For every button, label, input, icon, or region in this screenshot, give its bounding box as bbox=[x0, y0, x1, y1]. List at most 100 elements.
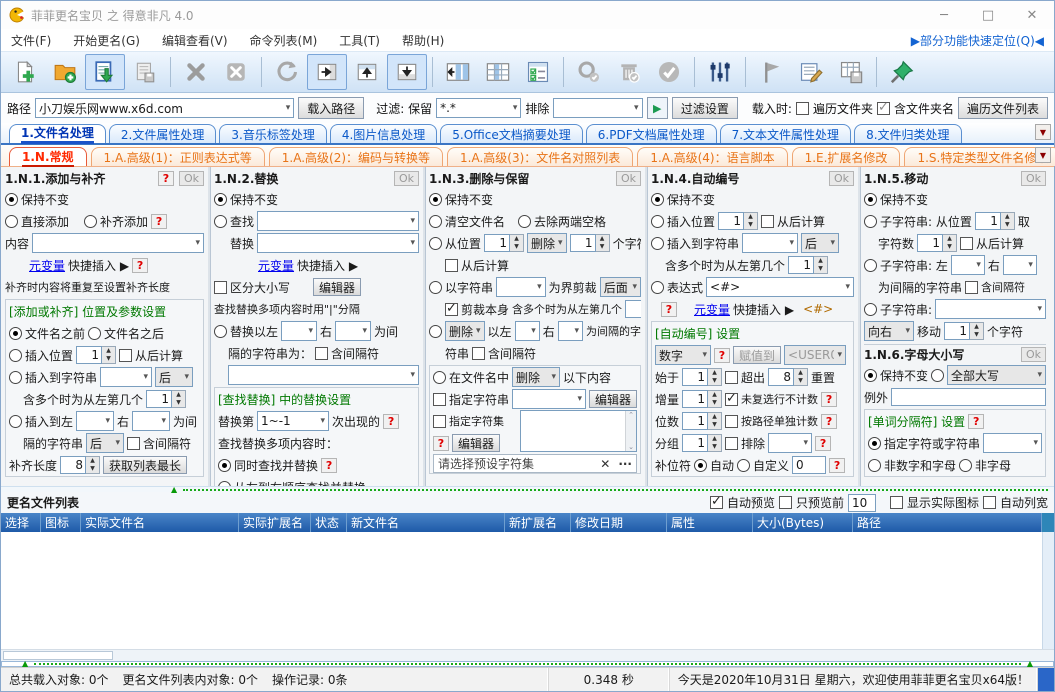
p3-editor2-button[interactable]: 编辑器 bbox=[452, 434, 501, 452]
p3-preset-more-icon[interactable]: ··· bbox=[618, 457, 632, 471]
p4-nocount-checkbox[interactable] bbox=[725, 391, 739, 406]
panel3-ok-button[interactable]: Ok bbox=[615, 170, 641, 186]
panel-top-icon[interactable] bbox=[347, 54, 387, 90]
p4-pos-spinner[interactable]: 1 ▲ ▼ bbox=[718, 212, 759, 230]
add-folder-icon[interactable] bbox=[45, 54, 85, 90]
tab-filename[interactable]: 1.文件名处理 bbox=[9, 124, 106, 144]
p6-case-combobox[interactable]: 全部大写 ▾ bbox=[947, 365, 1046, 385]
traverse-folders-checkbox[interactable] bbox=[795, 101, 809, 115]
p1-insert-after-combobox[interactable]: 后 ▾ bbox=[155, 367, 194, 387]
p4-start-spinner[interactable]: 1 ▲ ▼ bbox=[682, 368, 723, 386]
panel2-ok-button[interactable]: Ok bbox=[393, 170, 419, 186]
menu-commands[interactable]: 命令列表(M) bbox=[250, 32, 318, 49]
p5-substr-pos-radio[interactable] bbox=[864, 214, 877, 228]
p4-mode-help-button[interactable]: ? bbox=[714, 347, 730, 363]
check-list-icon[interactable] bbox=[518, 54, 558, 90]
p2-left-combobox[interactable]: ▾ bbox=[281, 321, 318, 341]
horizontal-splitter[interactable]: ▲ bbox=[1, 485, 1054, 493]
p6-help-button[interactable]: ? bbox=[968, 413, 985, 429]
subtab-encoding[interactable]: 1.A.高级(2)：编码与转换等 bbox=[268, 147, 444, 166]
column-icon[interactable]: 图标 bbox=[41, 513, 81, 532]
p5-substr-between-radio[interactable] bbox=[864, 258, 877, 272]
horizontal-scrollbar[interactable] bbox=[1, 649, 1054, 661]
p3-delete-between-radio[interactable] bbox=[429, 324, 442, 338]
keep-filter-combobox[interactable]: *.* ▾ bbox=[436, 98, 522, 118]
panel5-ok-button[interactable]: Ok bbox=[1020, 170, 1046, 186]
p5-right-combobox[interactable]: ▾ bbox=[1002, 255, 1037, 275]
minimize-button[interactable]: ─ bbox=[922, 1, 966, 29]
p2-right-combobox[interactable]: ▾ bbox=[335, 321, 372, 341]
p3-spec-string-combobox[interactable]: ▾ bbox=[512, 389, 586, 409]
column-status[interactable]: 状态 bbox=[311, 513, 347, 532]
p2-find-radio[interactable] bbox=[214, 214, 227, 228]
refresh-icon[interactable] bbox=[267, 54, 307, 90]
p6-case-radio[interactable] bbox=[931, 368, 945, 382]
p4-group-spinner[interactable]: 1 ▲ ▼ bbox=[682, 434, 723, 452]
p4-assign-button[interactable]: 赋值到 bbox=[733, 346, 782, 364]
p3-pos-spinner[interactable]: 1 ▲ ▼ bbox=[484, 234, 525, 252]
pin-icon[interactable] bbox=[882, 54, 922, 90]
p4-nocount-help-button[interactable]: ? bbox=[821, 391, 838, 407]
subtab-normal[interactable]: 1.N.常规 bbox=[9, 147, 87, 167]
p4-expression-radio[interactable] bbox=[651, 280, 664, 294]
tab-file-classify[interactable]: 8.文件归类处理 bbox=[854, 124, 962, 143]
p1-multi-spinner[interactable]: 1 ▲ ▼ bbox=[146, 390, 187, 408]
filter-settings-button[interactable]: 过滤设置 bbox=[671, 97, 738, 119]
apply-filter-icon[interactable]: ▶ bbox=[646, 97, 668, 119]
p2-nth-help-button[interactable]: ? bbox=[383, 413, 400, 429]
quick-locate-link[interactable]: ▶部分功能快速定位(Q)◀ bbox=[911, 32, 1044, 49]
import-list-icon[interactable] bbox=[85, 54, 125, 90]
menu-rename[interactable]: 开始更名(G) bbox=[73, 32, 140, 49]
p3-by-string-radio[interactable] bbox=[429, 280, 442, 294]
p2-replace-between-radio[interactable] bbox=[214, 324, 227, 338]
save-list-icon[interactable] bbox=[125, 54, 165, 90]
edit-list-icon[interactable] bbox=[791, 54, 831, 90]
path-combobox[interactable]: 小刀娱乐网www.x6d.com ▾ bbox=[35, 98, 295, 118]
p4-variable-link[interactable]: 元变量 bbox=[694, 301, 730, 318]
column-attributes[interactable]: 属性 bbox=[667, 513, 753, 532]
column-select[interactable]: 选择 bbox=[1, 513, 41, 532]
column-layout-icon[interactable] bbox=[478, 54, 518, 90]
p3-right-combobox[interactable]: ▾ bbox=[557, 321, 583, 341]
panel-right-icon[interactable] bbox=[307, 54, 347, 90]
menu-file[interactable]: 文件(F) bbox=[11, 32, 51, 49]
p1-left-combobox[interactable]: ▾ bbox=[76, 411, 115, 431]
menu-view[interactable]: 编辑查看(V) bbox=[162, 32, 228, 49]
p3-from-pos-radio[interactable] bbox=[429, 236, 442, 250]
p1-get-longest-button[interactable]: 获取列表最长 bbox=[103, 456, 188, 474]
p3-in-name-radio[interactable] bbox=[433, 370, 446, 384]
p4-over-checkbox[interactable] bbox=[725, 370, 739, 384]
p4-custom-input[interactable]: 0 bbox=[792, 456, 827, 474]
p3-preset-clear-icon[interactable]: ✕ bbox=[600, 457, 610, 471]
p4-digits-spinner[interactable]: 1 ▲ ▼ bbox=[682, 412, 723, 430]
tab-file-attributes[interactable]: 2.文件属性处理 bbox=[108, 124, 217, 143]
tab-office-summary[interactable]: 5.Office文档摘要处理 bbox=[440, 124, 583, 143]
p4-exclude-help-button[interactable]: ? bbox=[815, 435, 832, 451]
save-table-icon[interactable] bbox=[831, 54, 871, 90]
column-size[interactable]: 大小(Bytes) bbox=[753, 513, 853, 532]
traverse-file-list-button[interactable]: 遍历文件列表 bbox=[957, 97, 1048, 119]
p4-from-back-checkbox[interactable] bbox=[761, 214, 775, 228]
p5-substr-combobox[interactable]: ▾ bbox=[935, 299, 1046, 319]
search-check-icon[interactable] bbox=[569, 54, 609, 90]
column-modified-date[interactable]: 修改日期 bbox=[571, 513, 667, 532]
p2-sim-help-button[interactable]: ? bbox=[321, 457, 338, 473]
load-path-button[interactable]: 载入路径 bbox=[298, 97, 365, 119]
p4-auto-radio[interactable] bbox=[694, 458, 708, 472]
panel1-help-button[interactable]: ? bbox=[157, 170, 174, 186]
p3-cut-self-checkbox[interactable] bbox=[445, 301, 458, 316]
include-folder-name-checkbox[interactable] bbox=[876, 100, 890, 115]
p1-after-radio[interactable] bbox=[88, 326, 102, 340]
delete-checked-icon[interactable] bbox=[609, 54, 649, 90]
column-actual-extension[interactable]: 实际扩展名 bbox=[239, 513, 311, 532]
p3-editor-button[interactable]: 编辑器 bbox=[588, 390, 637, 408]
p4-increment-spinner[interactable]: 1 ▲ ▼ bbox=[682, 390, 723, 408]
resize-grip[interactable] bbox=[1038, 668, 1054, 691]
auto-width-checkbox[interactable] bbox=[982, 496, 996, 509]
panel6-ok-button[interactable]: Ok bbox=[1020, 347, 1046, 362]
menu-tools[interactable]: 工具(T) bbox=[339, 32, 380, 49]
p2-nth-combobox[interactable]: 1~-1 ▾ bbox=[257, 411, 330, 431]
column-path[interactable]: 路径 bbox=[853, 513, 1042, 532]
p4-insert-string-radio[interactable] bbox=[651, 236, 664, 250]
p4-exclude-combobox[interactable]: ▾ bbox=[768, 433, 813, 453]
